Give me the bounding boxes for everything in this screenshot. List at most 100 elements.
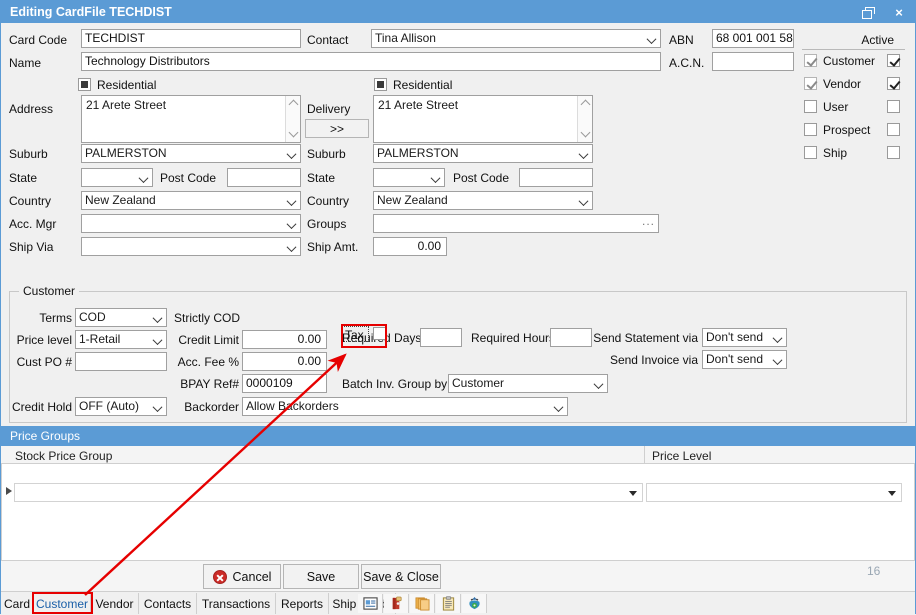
delivery-postcode-input[interactable] (519, 168, 593, 187)
abn-input[interactable]: 68 001 001 585 (712, 29, 794, 48)
role-prospect-active-checkbox[interactable] (887, 123, 900, 136)
role-customer-checkbox[interactable] (804, 54, 817, 67)
delivery-suburb-combo[interactable]: PALMERSTON (373, 144, 593, 163)
role-vendor-label: Vendor (823, 77, 861, 91)
role-ship-active-checkbox[interactable] (887, 146, 900, 159)
name-input[interactable]: Technology Distributors (81, 52, 661, 71)
delivery-label: Delivery (307, 102, 350, 116)
role-user-checkbox[interactable] (804, 100, 817, 113)
send-statement-combo[interactable]: Don't send (702, 328, 787, 347)
row-0-stock-price-group-cell[interactable] (14, 483, 643, 502)
terms-combo[interactable]: COD (75, 308, 167, 327)
card-code-input[interactable]: TECHDIST (81, 29, 301, 48)
delivery-residential-checkbox[interactable] (374, 78, 387, 91)
role-ship-label: Ship (823, 146, 847, 160)
contact-combo[interactable]: Tina Allison (371, 29, 661, 48)
tab-card[interactable]: Card (1, 593, 34, 614)
cancel-button[interactable]: Cancel (203, 564, 281, 589)
delivery-country-combo[interactable]: New Zealand (373, 191, 593, 210)
tab-customer-label: Customer (36, 597, 88, 611)
groups-input[interactable] (373, 214, 659, 233)
credit-limit-input[interactable]: 0.00 (242, 330, 327, 349)
groups-label: Groups (307, 217, 346, 231)
postal-residential-checkbox[interactable] (78, 78, 91, 91)
role-user-label: User (823, 100, 848, 114)
acn-input[interactable] (712, 52, 794, 71)
backorder-combo[interactable]: Allow Backorders (242, 397, 568, 416)
clipboard-icon-button[interactable] (436, 594, 461, 613)
delivery-address-textarea[interactable]: 21 Arete Street (373, 95, 593, 143)
tab-vendor-label: Vendor (95, 597, 133, 611)
scroll-up-icon (581, 100, 591, 110)
tab-contacts-label: Contacts (144, 597, 191, 611)
delivery-address-scrollbar[interactable] (577, 96, 592, 142)
cancel-icon (213, 570, 227, 584)
price-level-combo[interactable]: 1-Retail (75, 330, 167, 349)
copy-icon-button[interactable] (410, 594, 435, 613)
notes-icon-button[interactable] (358, 594, 383, 613)
postal-address-scrollbar[interactable] (285, 96, 300, 142)
delivery-state-label: State (307, 171, 335, 185)
save-button[interactable]: Save (283, 564, 359, 589)
postal-country-combo[interactable]: New Zealand (81, 191, 301, 210)
money-bag-icon-button[interactable] (462, 594, 487, 613)
acn-label: A.C.N. (669, 56, 704, 70)
tab-reports[interactable]: Reports (276, 593, 329, 614)
column-header-price-level: Price Level (652, 449, 711, 463)
tax-checkbox[interactable] (373, 327, 386, 340)
row-0-price-level-cell[interactable] (646, 483, 902, 502)
bpay-ref-input[interactable]: 0000109 (242, 374, 327, 393)
credit-limit-label: Credit Limit (161, 333, 239, 347)
delivery-state-combo[interactable] (373, 168, 445, 187)
send-invoice-combo[interactable]: Don't send (702, 350, 787, 369)
role-user-active-checkbox[interactable] (887, 100, 900, 113)
postal-address-textarea[interactable]: 21 Arete Street (81, 95, 301, 143)
save-close-button-label: Save & Close (363, 570, 439, 584)
ship-via-combo[interactable] (81, 237, 301, 256)
role-prospect-checkbox[interactable] (804, 123, 817, 136)
role-customer-active-checkbox[interactable] (887, 54, 900, 67)
save-and-close-button[interactable]: Save & Close (361, 564, 441, 589)
postal-state-label: State (9, 171, 37, 185)
groups-browse-button[interactable]: ... (642, 214, 655, 228)
tax-label: Tax (345, 328, 364, 342)
credit-hold-label: Credit Hold (3, 400, 72, 414)
required-days-input[interactable] (420, 328, 462, 347)
postal-postcode-label: Post Code (160, 171, 216, 185)
attachment-icon-button[interactable] (384, 594, 409, 613)
price-groups-header: Price Groups (1, 426, 915, 446)
contact-label: Contact (307, 33, 348, 47)
batch-inv-combo[interactable]: Customer (448, 374, 608, 393)
postal-state-combo[interactable] (81, 168, 153, 187)
restore-button[interactable] (851, 1, 883, 23)
credit-hold-combo[interactable]: OFF (Auto) (75, 397, 167, 416)
delivery-suburb-label: Suburb (307, 147, 346, 161)
ship-amt-input[interactable]: 0.00 (373, 237, 447, 256)
role-ship-checkbox[interactable] (804, 146, 817, 159)
postal-suburb-combo[interactable]: PALMERSTON (81, 144, 301, 163)
delivery-postcode-label: Post Code (453, 171, 509, 185)
delivery-address-text: 21 Arete Street (378, 98, 458, 112)
tab-vendor[interactable]: Vendor (91, 593, 139, 614)
terms-label: Terms (17, 311, 72, 325)
delivery-residential-label: Residential (393, 78, 452, 92)
delivery-country-label: Country (307, 194, 349, 208)
postal-postcode-input[interactable] (227, 168, 301, 187)
acc-mgr-combo[interactable] (81, 214, 301, 233)
tab-contacts[interactable]: Contacts (139, 593, 197, 614)
role-vendor-active-checkbox[interactable] (887, 77, 900, 90)
acc-fee-input[interactable]: 0.00 (242, 352, 327, 371)
active-column-label: Active (794, 33, 894, 47)
copy-address-button[interactable]: >> (305, 119, 369, 138)
close-button[interactable]: × (883, 1, 915, 23)
title-bar: Editing CardFile TECHDIST × (1, 1, 915, 23)
tab-transactions[interactable]: Transactions (197, 593, 276, 614)
scroll-up-icon (289, 100, 299, 110)
tab-customer[interactable]: Customer (34, 593, 91, 614)
cardfile-window: Editing CardFile TECHDIST × Card Code TE… (0, 0, 916, 614)
role-vendor-checkbox[interactable] (804, 77, 817, 90)
price-groups-title: Price Groups (10, 429, 80, 443)
cust-po-input[interactable] (75, 352, 167, 371)
copy-icon (415, 596, 430, 611)
tab-card-label: Card (4, 597, 30, 611)
